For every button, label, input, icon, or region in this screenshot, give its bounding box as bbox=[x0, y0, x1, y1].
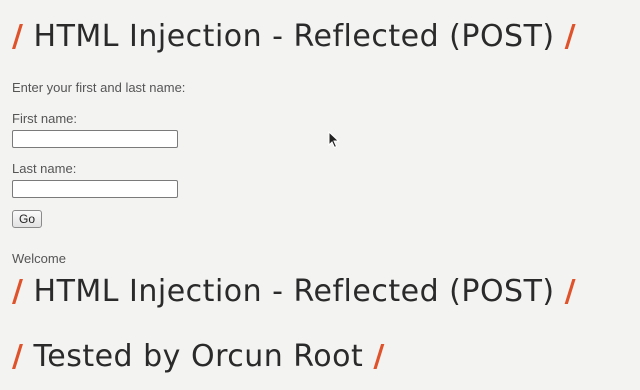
reflected-heading-text: HTML Injection - Reflected (POST) bbox=[33, 274, 555, 309]
page: / HTML Injection - Reflected (POST) / En… bbox=[12, 0, 640, 390]
tested-slash-left: / bbox=[12, 339, 24, 374]
reflected-heading: / HTML Injection - Reflected (POST) / bbox=[12, 277, 576, 307]
go-button[interactable]: Go bbox=[12, 210, 43, 228]
page-title-text: HTML Injection - Reflected (POST) bbox=[33, 19, 555, 54]
title-slash-right: / bbox=[564, 19, 577, 54]
mouse-pointer-icon bbox=[328, 131, 340, 149]
tested-by-heading: / Tested by Orcun Root / bbox=[12, 342, 385, 372]
form-intro: Enter your first and last name: bbox=[12, 80, 186, 95]
page-title: / HTML Injection - Reflected (POST) / bbox=[12, 22, 576, 52]
tested-by-heading-text: Tested by Orcun Root bbox=[33, 339, 364, 374]
welcome-text: Welcome bbox=[12, 251, 66, 266]
reflected-slash-right: / bbox=[564, 274, 577, 309]
tested-slash-right: / bbox=[373, 339, 385, 374]
reflected-slash-left: / bbox=[12, 274, 24, 309]
last-name-input[interactable] bbox=[12, 180, 178, 198]
first-name-input[interactable] bbox=[12, 130, 178, 148]
first-name-label: First name: bbox=[12, 111, 78, 126]
title-slash-left: / bbox=[12, 19, 24, 54]
last-name-label: Last name: bbox=[12, 161, 77, 176]
